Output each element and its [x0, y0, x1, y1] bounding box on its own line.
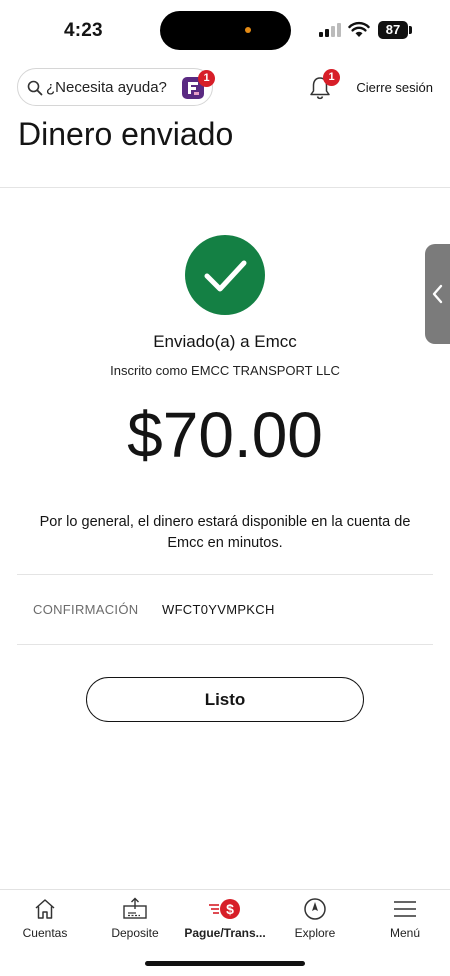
svg-text:$: $ — [226, 901, 234, 917]
nav-item-deposit[interactable]: Deposite — [90, 890, 180, 950]
confirmation-code: WFCT0YVMPKCH — [162, 602, 275, 617]
menu-icon — [394, 901, 416, 917]
nav-item-menu[interactable]: Menú — [360, 890, 450, 950]
recipient-line: Enviado(a) a Emcc — [153, 332, 297, 351]
divider — [17, 644, 433, 645]
status-bar: 4:23 87 — [0, 0, 450, 62]
search-icon — [27, 80, 43, 96]
confirmation-label: CONFIRMACIÓN — [33, 602, 139, 617]
battery-nub — [409, 26, 412, 34]
nav-label: Menú — [389, 926, 421, 940]
signout-link[interactable]: Cierre sesión — [356, 80, 433, 95]
assistant-badge: 1 — [198, 70, 215, 87]
enrolled-as-line: Inscrito como EMCC TRANSPORT LLC — [110, 363, 340, 378]
help-search-input[interactable]: ¿Necesita ayuda? 1 — [17, 68, 215, 106]
title-divider — [0, 187, 450, 188]
availability-message: Por lo general, el dinero estará disponi… — [39, 514, 411, 551]
success-check-icon — [185, 235, 265, 315]
home-indicator[interactable] — [145, 961, 305, 966]
done-button[interactable]: Listo — [86, 677, 364, 722]
nav-label: Deposite — [111, 926, 159, 940]
status-time: 4:23 — [64, 20, 103, 41]
pay-transfer-icon: $ — [209, 899, 240, 919]
nav-label: Explore — [294, 926, 336, 940]
checkmark-icon — [204, 260, 247, 292]
notifications-badge: 1 — [323, 69, 340, 86]
amount-sent: $70.00 — [127, 399, 323, 471]
privacy-indicator-dot — [245, 27, 251, 33]
battery-level: 87 — [378, 21, 408, 39]
nav-item-explore[interactable]: Explore — [270, 890, 360, 950]
deposit-icon — [123, 897, 147, 919]
nav-item-pay-transfer[interactable]: $ Pague/Trans... — [180, 890, 270, 950]
nav-item-accounts[interactable]: Cuentas — [0, 890, 90, 950]
compass-icon — [304, 898, 326, 920]
home-icon — [35, 899, 55, 919]
notifications-button[interactable]: 1 — [306, 69, 340, 104]
nav-label: Cuentas — [22, 926, 68, 940]
wifi-icon — [348, 21, 370, 37]
page-title: Dinero enviado — [18, 116, 234, 152]
cellular-signal-icon — [319, 23, 341, 37]
help-placeholder: ¿Necesita ayuda? — [46, 79, 167, 96]
nav-label: Pague/Trans... — [184, 926, 266, 940]
chevron-left-icon — [432, 284, 443, 304]
side-drawer-handle[interactable] — [425, 244, 450, 344]
dynamic-island — [160, 11, 291, 50]
divider — [17, 574, 433, 575]
